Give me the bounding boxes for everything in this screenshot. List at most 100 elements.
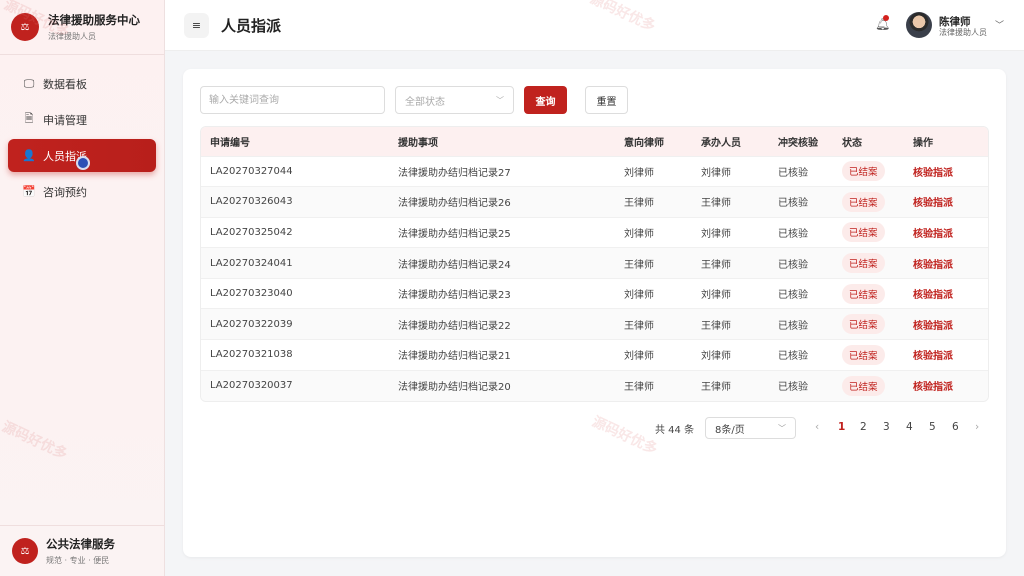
cell-application-id: LA20270322039 <box>210 318 293 330</box>
cell-status-badge: 已结案 <box>833 370 904 401</box>
cell-preferred-lawyer: 刘律师 <box>624 290 654 302</box>
page-button-6[interactable]: 6 <box>952 421 959 433</box>
cell-assign-action: 核验指派 <box>904 309 988 340</box>
cell-application-id: LA20270325042 <box>210 226 293 238</box>
cell-aid-matter: 法律援助办结归档记录26 <box>398 198 511 210</box>
cell-status-badge: 已结案 <box>833 217 904 248</box>
cell-aid-matter: 法律援助办结归档记录24 <box>398 259 511 271</box>
search-input[interactable] <box>200 86 385 114</box>
document-icon: 🗎 <box>24 112 34 125</box>
chevron-down-icon: ﹀ <box>778 424 786 433</box>
assign-action-link[interactable]: 核验指派 <box>913 260 953 271</box>
cell-status-badge: 已结案 <box>833 248 904 279</box>
sidebar-item-consultation[interactable]: 📅 咨询预约 <box>8 175 156 208</box>
sidebar-item-dashboard[interactable]: 🖵 数据看板 <box>8 67 156 100</box>
footer-title: 公共法律服务 <box>46 537 115 551</box>
avatar[interactable] <box>906 12 932 38</box>
status-select[interactable]: 全部状态 ﹀ <box>395 86 514 114</box>
assign-action-link[interactable]: 核验指派 <box>913 382 953 393</box>
reset-button[interactable]: 重置 <box>585 86 628 114</box>
cell-assign-action: 核验指派 <box>904 370 988 401</box>
cell-aid-matter: 法律援助办结归档记录21 <box>398 351 511 363</box>
cell-conflict-check: 已核验 <box>778 382 808 394</box>
cell-handler: 刘律师 <box>701 228 731 240</box>
table-row: LA20270324041 法律援助办结归档记录24 王律师 王律师 已核验 已结案 核验指… <box>201 247 988 279</box>
cell-handler: 刘律师 <box>701 167 731 179</box>
status-badge: 已结案 <box>842 344 885 365</box>
cell-preferred-lawyer: 王律师 <box>624 259 654 271</box>
scales-logo-icon: ⚖ <box>12 538 38 564</box>
cell-preferred-lawyer: 王律师 <box>624 198 654 210</box>
page-button-3[interactable]: 3 <box>883 421 890 433</box>
column-header: 承办人员 <box>701 137 741 149</box>
sidebar-item-label: 咨询预约 <box>43 185 87 199</box>
status-badge: 已结案 <box>842 283 885 304</box>
cell-assign-action: 核验指派 <box>904 217 988 248</box>
prev-page-button[interactable]: ‹ <box>815 421 819 433</box>
cell-aid-matter: 法律援助办结归档记录25 <box>398 228 511 240</box>
cell-status-badge: 已结案 <box>833 187 904 218</box>
cell-assign-action: 核验指派 <box>904 187 988 218</box>
query-button[interactable]: 查询 <box>524 86 567 114</box>
cell-application-id: LA20270323040 <box>210 288 293 300</box>
table-row: LA20270320037 法律援助办结归档记录20 王律师 王律师 已核验 已结案 核验指… <box>201 370 988 401</box>
cell-handler: 刘律师 <box>701 351 731 363</box>
status-badge: 已结案 <box>842 375 885 396</box>
cell-status-badge: 已结案 <box>833 156 904 187</box>
main-card: 全部状态 ﹀ 查询 重置 申请编号 援助事项 意向律师 承办人员 冲突核验 状态… <box>183 69 1006 557</box>
page-button-5[interactable]: 5 <box>929 421 936 433</box>
page-button-2[interactable]: 2 <box>860 421 867 433</box>
footer-subtitle: 规范 · 专业 · 便民 <box>46 556 110 565</box>
assign-action-link[interactable]: 核验指派 <box>913 229 953 240</box>
sidebar: ⚖ 法律援助服务中心 法律援助人员 🖵 数据看板 🗎 申请管理 👤 人员指派 📅… <box>0 0 165 576</box>
sidebar-item-applications[interactable]: 🗎 申请管理 <box>8 103 156 136</box>
table-row: LA20270321038 法律援助办结归档记录21 刘律师 刘律师 已核验 已结案 核验指… <box>201 339 988 371</box>
page-size-value: 8条/页 <box>715 424 745 436</box>
cell-assign-action: 核验指派 <box>904 340 988 371</box>
cell-aid-matter: 法律援助办结归档记录27 <box>398 167 511 179</box>
table-row: LA20270326043 法律援助办结归档记录26 王律师 王律师 已核验 已结案 核验指… <box>201 186 988 218</box>
sidebar-item-assignment[interactable]: 👤 人员指派 <box>8 139 156 172</box>
column-header: 状态 <box>842 137 862 149</box>
cursor-indicator <box>76 156 90 170</box>
user-icon: 👤 <box>22 149 36 162</box>
column-header: 意向律师 <box>624 137 664 149</box>
assign-action-link[interactable]: 核验指派 <box>913 351 953 362</box>
cell-conflict-check: 已核验 <box>778 290 808 302</box>
status-badge: 已结案 <box>842 161 885 182</box>
cell-aid-matter: 法律援助办结归档记录20 <box>398 382 511 394</box>
column-header: 申请编号 <box>210 137 250 149</box>
next-page-button[interactable]: › <box>975 421 979 433</box>
cell-preferred-lawyer: 刘律师 <box>624 228 654 240</box>
menu-toggle-button[interactable]: ≡ <box>184 12 209 38</box>
monitor-icon: 🖵 <box>23 76 35 90</box>
chevron-down-icon[interactable]: ﹀ <box>995 18 1004 31</box>
page-title: 人员指派 <box>221 16 282 35</box>
cell-handler: 王律师 <box>701 198 731 210</box>
status-badge: 已结案 <box>842 191 885 212</box>
page-size-select[interactable]: 8条/页 ﹀ <box>705 417 796 439</box>
status-select-value: 全部状态 <box>405 96 445 108</box>
table-row: LA20270327044 法律援助办结归档记录27 刘律师 刘律师 已核验 已结案 核验指… <box>201 156 988 187</box>
status-badge: 已结案 <box>842 222 885 243</box>
sidebar-item-label: 申请管理 <box>43 113 87 127</box>
status-badge: 已结案 <box>842 314 885 335</box>
cell-status-badge: 已结案 <box>833 340 904 371</box>
table-row: LA20270322039 法律援助办结归档记录22 王律师 王律师 已核验 已结案 核验指… <box>201 308 988 340</box>
cell-conflict-check: 已核验 <box>778 259 808 271</box>
page-button-1[interactable]: 1 <box>838 421 845 433</box>
total-count: 共 44 条 <box>655 425 695 436</box>
assign-action-link[interactable]: 核验指派 <box>913 321 953 332</box>
cell-application-id: LA20270320037 <box>210 380 293 392</box>
assign-action-link[interactable]: 核验指派 <box>913 198 953 209</box>
chevron-down-icon: ﹀ <box>496 96 504 105</box>
page-button-4[interactable]: 4 <box>906 421 913 433</box>
assign-action-link[interactable]: 核验指派 <box>913 290 953 301</box>
cell-preferred-lawyer: 王律师 <box>624 320 654 332</box>
table-row: LA20270325042 法律援助办结归档记录25 刘律师 刘律师 已核验 已结案 核验指… <box>201 217 988 248</box>
cell-handler: 王律师 <box>701 259 731 271</box>
table-row: LA20270323040 法律援助办结归档记录23 刘律师 刘律师 已核验 已结案 核验指… <box>201 278 988 309</box>
assign-action-link[interactable]: 核验指派 <box>913 168 953 179</box>
cell-aid-matter: 法律援助办结归档记录23 <box>398 290 511 302</box>
cell-handler: 王律师 <box>701 382 731 394</box>
